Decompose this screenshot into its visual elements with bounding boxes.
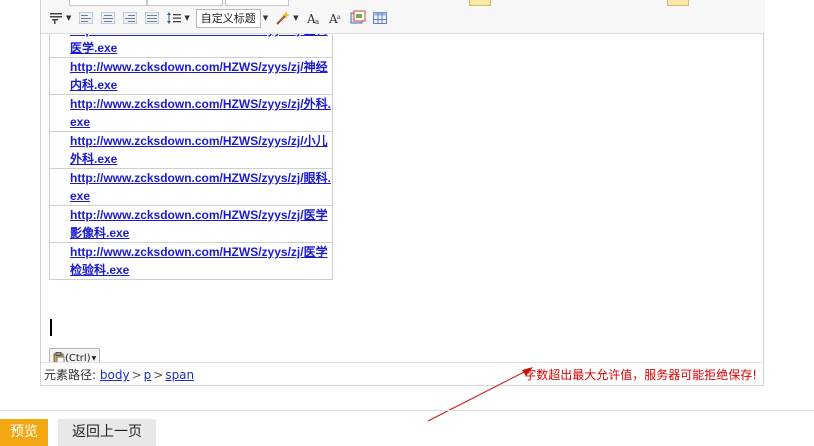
toolbar-partial-control[interactable] (147, 0, 223, 6)
magic-wand-icon[interactable] (274, 9, 292, 27)
chevron-down-icon[interactable]: ▼ (92, 355, 97, 362)
path-item-p[interactable]: p (144, 368, 152, 382)
link-table: http://www.zcksdown.com/HZWS/zyys/zj/全科医… (49, 34, 333, 280)
path-separator: > (131, 368, 142, 382)
editor-content-area[interactable]: http://www.zcksdown.com/HZWS/zyys/zj/全科医… (41, 34, 763, 362)
editor-toolbar: ▼ ▼ 自定义标题 ▼ ▼ Aa Aa (41, 0, 765, 34)
chevron-down-icon[interactable]: ▼ (184, 14, 189, 22)
table-cell: http://www.zcksdown.com/HZWS/zyys/zj/全科医… (49, 34, 333, 58)
download-link[interactable]: http://www.zcksdown.com/HZWS/zyys/zj/小儿外… (70, 132, 332, 168)
chevron-down-icon[interactable]: ▼ (66, 14, 71, 22)
back-button[interactable]: 返回上一页 (58, 419, 156, 446)
download-link[interactable]: http://www.zcksdown.com/HZWS/zyys/zj/全科医… (70, 34, 332, 57)
preview-button[interactable]: 预览 (0, 419, 48, 446)
paragraph-format-icon[interactable] (47, 9, 65, 27)
table-row: http://www.zcksdown.com/HZWS/zyys/zj/全科医… (49, 34, 333, 58)
download-link[interactable]: http://www.zcksdown.com/HZWS/zyys/zj/眼科.… (70, 169, 332, 205)
element-path-label: 元素路径: (44, 368, 97, 382)
heading-select[interactable]: 自定义标题 (195, 8, 261, 28)
paste-options-button[interactable]: (Ctrl) ▼ (49, 348, 101, 363)
table-cell: http://www.zcksdown.com/HZWS/zyys/zj/神经内… (49, 57, 333, 95)
table-cell: http://www.zcksdown.com/HZWS/zyys/zj/外科.… (49, 94, 333, 132)
table-cell: http://www.zcksdown.com/HZWS/zyys/zj/医学影… (49, 205, 333, 243)
table-row: http://www.zcksdown.com/HZWS/zyys/zj/神经内… (49, 57, 333, 95)
table-icon[interactable] (371, 9, 389, 27)
path-item-span[interactable]: span (165, 368, 194, 382)
image-icon[interactable] (349, 9, 367, 27)
toolbar-partial-button[interactable] (667, 0, 689, 6)
table-cell: http://www.zcksdown.com/HZWS/zyys/zj/眼科.… (49, 168, 333, 206)
toolbar-row: ▼ ▼ 自定义标题 ▼ ▼ Aa Aa (47, 8, 393, 28)
footer-divider (0, 410, 814, 411)
chevron-down-icon[interactable]: ▼ (293, 14, 298, 22)
chevron-down-icon[interactable]: ▼ (263, 14, 268, 22)
align-left-icon[interactable] (77, 9, 95, 27)
rich-text-editor: ▼ ▼ 自定义标题 ▼ ▼ Aa Aa 医学.exe http://www.zc… (40, 0, 765, 386)
align-right-icon[interactable] (121, 9, 139, 27)
editor-status-bar: 元素路径: body > p > span 字数超出最大允许值，服务器可能拒绝保存! (41, 362, 763, 385)
path-item-body[interactable]: body (100, 368, 130, 382)
download-link[interactable]: http://www.zcksdown.com/HZWS/zyys/zj/医学检… (70, 243, 332, 279)
table-cell: http://www.zcksdown.com/HZWS/zyys/zj/小儿外… (49, 131, 333, 169)
table-row: http://www.zcksdown.com/HZWS/zyys/zj/外科.… (49, 94, 333, 132)
toolbar-partial-button[interactable] (469, 0, 491, 6)
table-row: http://www.zcksdown.com/HZWS/zyys/zj/眼科.… (49, 168, 333, 206)
font-family-icon[interactable]: Aa (327, 9, 345, 27)
table-row: http://www.zcksdown.com/HZWS/zyys/zj/医学影… (49, 205, 333, 243)
path-separator: > (153, 368, 164, 382)
clipboard-icon (53, 351, 65, 362)
line-height-icon[interactable] (165, 9, 183, 27)
toolbar-partial-control[interactable] (69, 0, 147, 6)
download-link[interactable]: http://www.zcksdown.com/HZWS/zyys/zj/外科.… (70, 95, 332, 131)
table-cell: http://www.zcksdown.com/HZWS/zyys/zj/医学检… (49, 242, 333, 280)
download-link[interactable]: http://www.zcksdown.com/HZWS/zyys/zj/医学影… (70, 206, 332, 242)
justify-icon[interactable] (143, 9, 161, 27)
paste-shortcut-label: (Ctrl) (65, 352, 91, 363)
svg-text:a: a (315, 18, 319, 26)
table-row: http://www.zcksdown.com/HZWS/zyys/zj/医学检… (49, 242, 333, 280)
download-link[interactable]: http://www.zcksdown.com/HZWS/zyys/zj/神经内… (70, 58, 332, 94)
element-path: 元素路径: body > p > span (44, 363, 194, 387)
font-size-icon[interactable]: Aa (305, 9, 323, 27)
table-row: http://www.zcksdown.com/HZWS/zyys/zj/小儿外… (49, 131, 333, 169)
toolbar-partial-control[interactable] (225, 0, 289, 6)
word-count-warning: 字数超出最大允许值，服务器可能拒绝保存! (524, 368, 757, 382)
svg-text:a: a (337, 14, 341, 21)
align-center-icon[interactable] (99, 9, 117, 27)
text-caret (50, 319, 52, 336)
